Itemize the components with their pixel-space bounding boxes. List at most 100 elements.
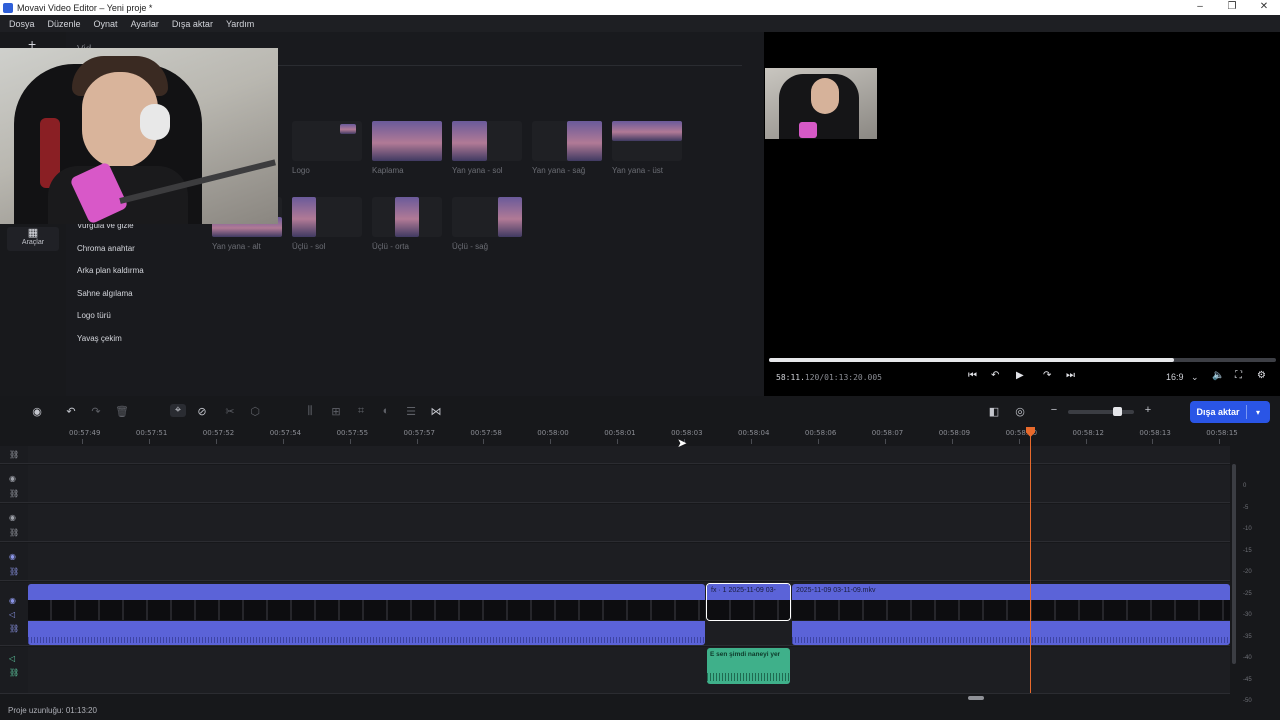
audio-track[interactable]: ◁ ⛓: [0, 647, 1230, 694]
timeline-zoom-slider[interactable]: [1068, 410, 1134, 414]
add-overlay-icon[interactable]: ⊞: [328, 405, 344, 418]
link-icon[interactable]: ⛓: [9, 450, 19, 459]
link-icon[interactable]: ⛓: [9, 528, 19, 537]
marker-icon[interactable]: ⬡: [247, 405, 263, 418]
skip-start-icon[interactable]: ⏮: [968, 370, 977, 381]
trash-icon[interactable]: 🗑: [114, 405, 130, 418]
zoom-in-button[interactable]: +: [1140, 404, 1156, 416]
meter-scale-label: -5: [1243, 504, 1249, 511]
layout-thumb-triple-middle[interactable]: [372, 197, 442, 237]
gear-icon[interactable]: ⚙: [1257, 370, 1266, 381]
transition-icon[interactable]: ⋈: [428, 405, 444, 418]
ruler-tick-label: 00:58:00: [537, 429, 569, 437]
razor-tool-icon[interactable]: ⊘: [194, 405, 210, 418]
link-icon[interactable]: ⛓: [9, 668, 19, 677]
eye-icon[interactable]: ◉: [9, 474, 16, 483]
track-header: ◉ ⛓: [0, 465, 28, 502]
menu-edit[interactable]: Düzenle: [48, 19, 81, 29]
ruler-tick-label: 00:57:52: [202, 429, 235, 437]
player-viewport[interactable]: [765, 48, 1280, 339]
video-clip-selected[interactable]: fx · 1 2025-11-09 03-: [706, 583, 791, 621]
link-icon[interactable]: ⛓: [9, 489, 19, 498]
layout-thumb-side-top[interactable]: [612, 121, 682, 161]
link-icon[interactable]: ⛓: [9, 624, 19, 633]
link-icon[interactable]: ⛓: [9, 567, 19, 576]
clip-settings-icon[interactable]: ☰: [403, 405, 419, 418]
video-clip[interactable]: 2025-11-09 03-11-09.mkv: [792, 584, 1230, 645]
maximize-button[interactable]: ❐: [1216, 0, 1248, 15]
step-back-icon[interactable]: ↶: [991, 370, 999, 381]
volume-icon[interactable]: ◁: [9, 610, 15, 619]
timeline-tracks: ⛓ ◉ ⛓ ◉ ⛓ ◉ ⛓ ◉ ◁ ⛓ ◁ ⛓: [0, 446, 1230, 694]
ruler-tick-label: 00:57:51: [135, 429, 168, 437]
eye-icon[interactable]: ◉: [9, 513, 16, 522]
record-icon[interactable]: ◉: [29, 405, 45, 418]
cut-icon[interactable]: ✂: [222, 405, 238, 418]
play-icon[interactable]: ▶: [1016, 370, 1024, 381]
tool-item-slow-motion[interactable]: Yavaş çekim: [77, 333, 144, 356]
audio-mixer-icon[interactable]: ◧: [986, 405, 1002, 418]
audio-waveform: [707, 673, 790, 681]
snap-icon[interactable]: ◎: [1012, 405, 1028, 418]
audio-clip[interactable]: E sen şimdi naneyi yer: [707, 648, 790, 684]
mouse-cursor-icon: ➤: [677, 436, 688, 450]
clip-label: fx · 1 2025-11-09 03-: [711, 587, 776, 594]
track-row[interactable]: ◉ ⛓: [0, 504, 1230, 542]
playhead[interactable]: [1030, 427, 1031, 693]
layout-thumb-overlay[interactable]: [372, 121, 442, 161]
layout-label-overlay: Kaplama: [372, 166, 404, 175]
timecode-total: 120/01:13:20.005: [804, 373, 882, 382]
menu-file[interactable]: Dosya: [9, 19, 35, 29]
window-title: Movavi Video Editor – Yeni proje *: [17, 2, 153, 13]
volume-icon[interactable]: ◁: [9, 654, 15, 663]
undo-icon[interactable]: ↶: [63, 405, 79, 418]
timeline-ruler[interactable]: 00:57:49 00:57:51 00:57:52 00:57:54 00:57:55…: [28, 425, 1238, 445]
select-tool-icon[interactable]: ⌖: [170, 404, 186, 417]
menu-play[interactable]: Oynat: [94, 19, 118, 29]
color-adjust-icon[interactable]: ◐: [378, 405, 394, 417]
ruler-tick-label: 00:57:57: [403, 429, 435, 437]
tool-item-background-removal[interactable]: Arka plan kaldırma: [77, 265, 144, 288]
meter-scale-label: -10: [1243, 526, 1252, 532]
track-row[interactable]: ◉ ⛓: [0, 465, 1230, 503]
zoom-out-button[interactable]: −: [1046, 404, 1062, 416]
minimize-button[interactable]: –: [1184, 0, 1216, 15]
ruler-tick: [751, 439, 752, 444]
tab-tools[interactable]: ▦ Araçlar: [7, 227, 59, 251]
fullscreen-icon[interactable]: ⛶: [1235, 370, 1242, 381]
tool-item-chroma-key[interactable]: Chroma anahtar: [77, 243, 144, 266]
close-button[interactable]: ✕: [1248, 0, 1280, 15]
menu-export[interactable]: Dışa aktar: [172, 19, 213, 29]
step-forward-icon[interactable]: ↷: [1043, 370, 1051, 381]
menu-help[interactable]: Yardım: [226, 19, 254, 29]
layout-label-logo: Logo: [292, 166, 310, 175]
audio-split-icon[interactable]: ⫼: [302, 405, 318, 418]
meter-scale-label: -25: [1243, 590, 1252, 597]
aspect-ratio-select[interactable]: 16:9 ⌄: [1166, 372, 1199, 383]
menu-settings[interactable]: Ayarlar: [131, 19, 159, 29]
track-row[interactable]: ◉ ⛓: [0, 543, 1230, 581]
timeline-scrollbar[interactable]: [968, 696, 984, 700]
export-button[interactable]: Dışa aktar ▾: [1190, 401, 1270, 423]
tool-item-scene-detection[interactable]: Sahne algılama: [77, 288, 144, 311]
skip-end-icon[interactable]: ⏭: [1066, 370, 1075, 381]
player-scrubber[interactable]: [769, 358, 1276, 362]
level-meter-bar: [1232, 464, 1236, 664]
layout-thumb-triple-left[interactable]: [292, 197, 362, 237]
track-row[interactable]: ⛓: [0, 446, 1230, 464]
layout-thumb-side-right[interactable]: [532, 121, 602, 161]
volume-icon[interactable]: 🔈: [1212, 370, 1224, 381]
tool-item-logo[interactable]: Logo türü: [77, 310, 144, 333]
video-clip[interactable]: [28, 584, 705, 645]
preview-webcam-pip[interactable]: [765, 68, 877, 139]
layout-thumb-side-left[interactable]: [452, 121, 522, 161]
layout-thumb-triple-right[interactable]: [452, 197, 522, 237]
export-dropdown-icon[interactable]: ▾: [1247, 408, 1269, 417]
ruler-tick: [1152, 439, 1154, 444]
redo-icon[interactable]: ↷: [88, 405, 104, 418]
eye-icon[interactable]: ◉: [9, 596, 16, 605]
crop-icon[interactable]: ⌗: [353, 405, 369, 418]
layout-thumb-logo[interactable]: [292, 121, 362, 161]
eye-icon[interactable]: ◉: [9, 552, 16, 561]
zoom-slider-handle[interactable]: [1113, 407, 1122, 416]
